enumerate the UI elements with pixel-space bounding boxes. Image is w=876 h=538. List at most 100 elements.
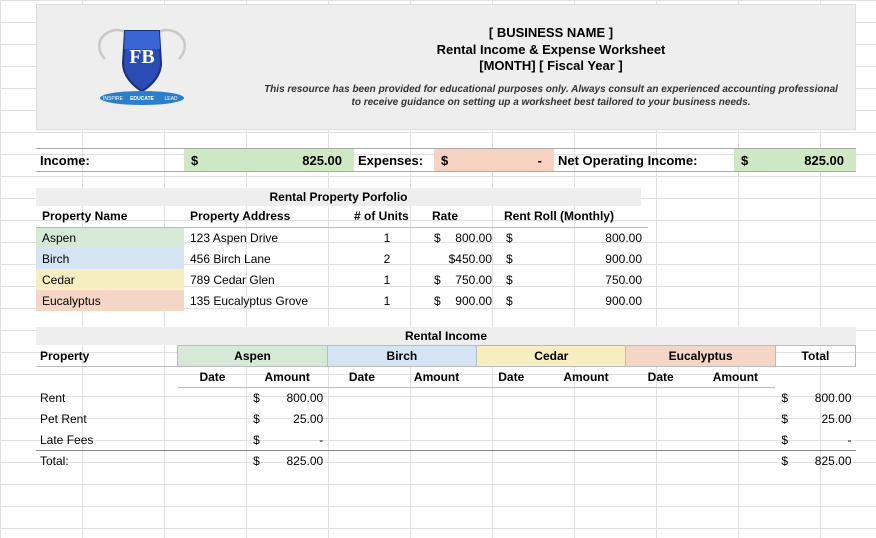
- total-label: Total:: [36, 451, 178, 472]
- date-cell[interactable]: [477, 388, 546, 409]
- amount-cell[interactable]: [397, 451, 477, 472]
- amount-cell[interactable]: $825.00: [247, 451, 327, 472]
- amount-cell[interactable]: [397, 430, 477, 451]
- amount-cell[interactable]: [397, 409, 477, 430]
- header-box: FB INSPIRE EDUCATE LEAD [ BUSINESS NAME …: [36, 4, 856, 130]
- expenses-label: Expenses:: [354, 149, 434, 171]
- shield-logo-icon: FB INSPIRE EDUCATE LEAD: [87, 21, 197, 113]
- grand-total-cell[interactable]: $825.00: [775, 451, 855, 472]
- row-label: Rent: [36, 388, 178, 409]
- noi-label: Net Operating Income:: [554, 149, 734, 171]
- date-header: Date: [327, 367, 396, 388]
- date-cell[interactable]: [178, 430, 247, 451]
- income-value-cell[interactable]: $ 825.00: [184, 149, 354, 171]
- col-name: Property Name: [36, 206, 184, 227]
- portfolio-title: Rental Property Porfolio: [36, 188, 641, 206]
- svg-text:EDUCATE: EDUCATE: [130, 96, 154, 102]
- amount-cell[interactable]: [695, 388, 775, 409]
- total-cell[interactable]: $25.00: [775, 409, 855, 430]
- total-header: Total: [775, 346, 855, 367]
- col-rate: Rate: [426, 206, 498, 227]
- amount-cell[interactable]: $800.00: [247, 388, 327, 409]
- row-label: Pet Rent: [36, 409, 178, 430]
- amount-cell[interactable]: $-: [247, 430, 327, 451]
- svg-text:INSPIRE: INSPIRE: [103, 96, 124, 102]
- col-units: # of Units: [348, 206, 426, 227]
- amount-cell[interactable]: [695, 430, 775, 451]
- dollar-sign: $: [738, 153, 748, 168]
- income-row: Pet Rent $25.00 $25.00: [36, 409, 856, 430]
- date-cell[interactable]: [178, 451, 247, 472]
- amount-header: Amount: [397, 367, 477, 388]
- date-cell[interactable]: [327, 430, 396, 451]
- income-row: Rent $800.00 $800.00: [36, 388, 856, 409]
- rate-cell[interactable]: $750.00: [426, 269, 498, 290]
- roll-cell[interactable]: $900.00: [498, 248, 648, 269]
- date-cell[interactable]: [327, 388, 396, 409]
- property-addr-cell[interactable]: 135 Eucalyptus Grove: [184, 290, 348, 311]
- property-name-cell[interactable]: Eucalyptus: [36, 290, 184, 311]
- rental-income-table: PropertyAspenBirchCedarEucalyptusTotal D…: [36, 345, 856, 472]
- roll-cell[interactable]: $900.00: [498, 290, 648, 311]
- noi-value: 825.00: [804, 153, 852, 168]
- amount-cell[interactable]: [546, 430, 626, 451]
- property-header: Property: [36, 346, 178, 367]
- units-cell[interactable]: 1: [348, 290, 426, 311]
- property-name-cell[interactable]: Cedar: [36, 269, 184, 290]
- svg-text:FB: FB: [129, 46, 155, 68]
- amount-cell[interactable]: $25.00: [247, 409, 327, 430]
- rate-cell[interactable]: $900.00: [426, 290, 498, 311]
- row-label: Late Fees: [36, 430, 178, 451]
- amount-cell[interactable]: [546, 388, 626, 409]
- date-cell[interactable]: [178, 409, 247, 430]
- col-roll: Rent Roll (Monthly): [498, 206, 648, 227]
- amount-cell[interactable]: [695, 451, 775, 472]
- property-addr-cell[interactable]: 456 Birch Lane: [184, 248, 348, 269]
- property-addr-cell[interactable]: 789 Cedar Glen: [184, 269, 348, 290]
- date-cell[interactable]: [477, 451, 546, 472]
- date-header: Date: [178, 367, 247, 388]
- date-cell[interactable]: [327, 451, 396, 472]
- business-name: [ BUSINESS NAME ]: [489, 25, 613, 42]
- noi-value-cell[interactable]: $ 825.00: [734, 149, 856, 171]
- amount-header: Amount: [546, 367, 626, 388]
- date-cell[interactable]: [477, 430, 546, 451]
- portfolio-row[interactable]: Cedar789 Cedar Glen1$750.00$750.00: [36, 269, 648, 290]
- prop-col-header: Aspen: [178, 346, 327, 367]
- property-name-cell[interactable]: Aspen: [36, 227, 184, 248]
- dollar-sign: $: [188, 153, 198, 168]
- prop-col-header: Birch: [327, 346, 476, 367]
- amount-cell[interactable]: [546, 451, 626, 472]
- property-name-cell[interactable]: Birch: [36, 248, 184, 269]
- income-row: Late Fees $- $-: [36, 430, 856, 451]
- units-cell[interactable]: 1: [348, 269, 426, 290]
- date-cell[interactable]: [626, 388, 695, 409]
- expenses-value-cell[interactable]: $ -: [434, 149, 554, 171]
- logo: FB INSPIRE EDUCATE LEAD: [82, 20, 202, 115]
- date-cell[interactable]: [626, 430, 695, 451]
- prop-col-header: Eucalyptus: [626, 346, 775, 367]
- rate-cell[interactable]: $800.00: [426, 227, 498, 248]
- roll-cell[interactable]: $750.00: [498, 269, 648, 290]
- portfolio-row[interactable]: Eucalyptus135 Eucalyptus Grove1$900.00$9…: [36, 290, 648, 311]
- total-cell[interactable]: $-: [775, 430, 855, 451]
- date-cell[interactable]: [626, 451, 695, 472]
- amount-cell[interactable]: [546, 409, 626, 430]
- roll-cell[interactable]: $800.00: [498, 227, 648, 248]
- date-header: Date: [477, 367, 546, 388]
- date-cell[interactable]: [327, 409, 396, 430]
- prop-col-header: Cedar: [477, 346, 626, 367]
- units-cell[interactable]: 2: [348, 248, 426, 269]
- disclaimer-text: This resource has been provided for educ…: [259, 83, 843, 109]
- date-cell[interactable]: [178, 388, 247, 409]
- units-cell[interactable]: 1: [348, 227, 426, 248]
- date-cell[interactable]: [477, 409, 546, 430]
- rate-cell[interactable]: $450.00: [426, 248, 498, 269]
- property-addr-cell[interactable]: 123 Aspen Drive: [184, 227, 348, 248]
- date-cell[interactable]: [626, 409, 695, 430]
- total-cell[interactable]: $800.00: [775, 388, 855, 409]
- portfolio-row[interactable]: Aspen123 Aspen Drive1$800.00$800.00: [36, 227, 648, 248]
- amount-cell[interactable]: [397, 388, 477, 409]
- amount-cell[interactable]: [695, 409, 775, 430]
- portfolio-row[interactable]: Birch456 Birch Lane2$450.00$900.00: [36, 248, 648, 269]
